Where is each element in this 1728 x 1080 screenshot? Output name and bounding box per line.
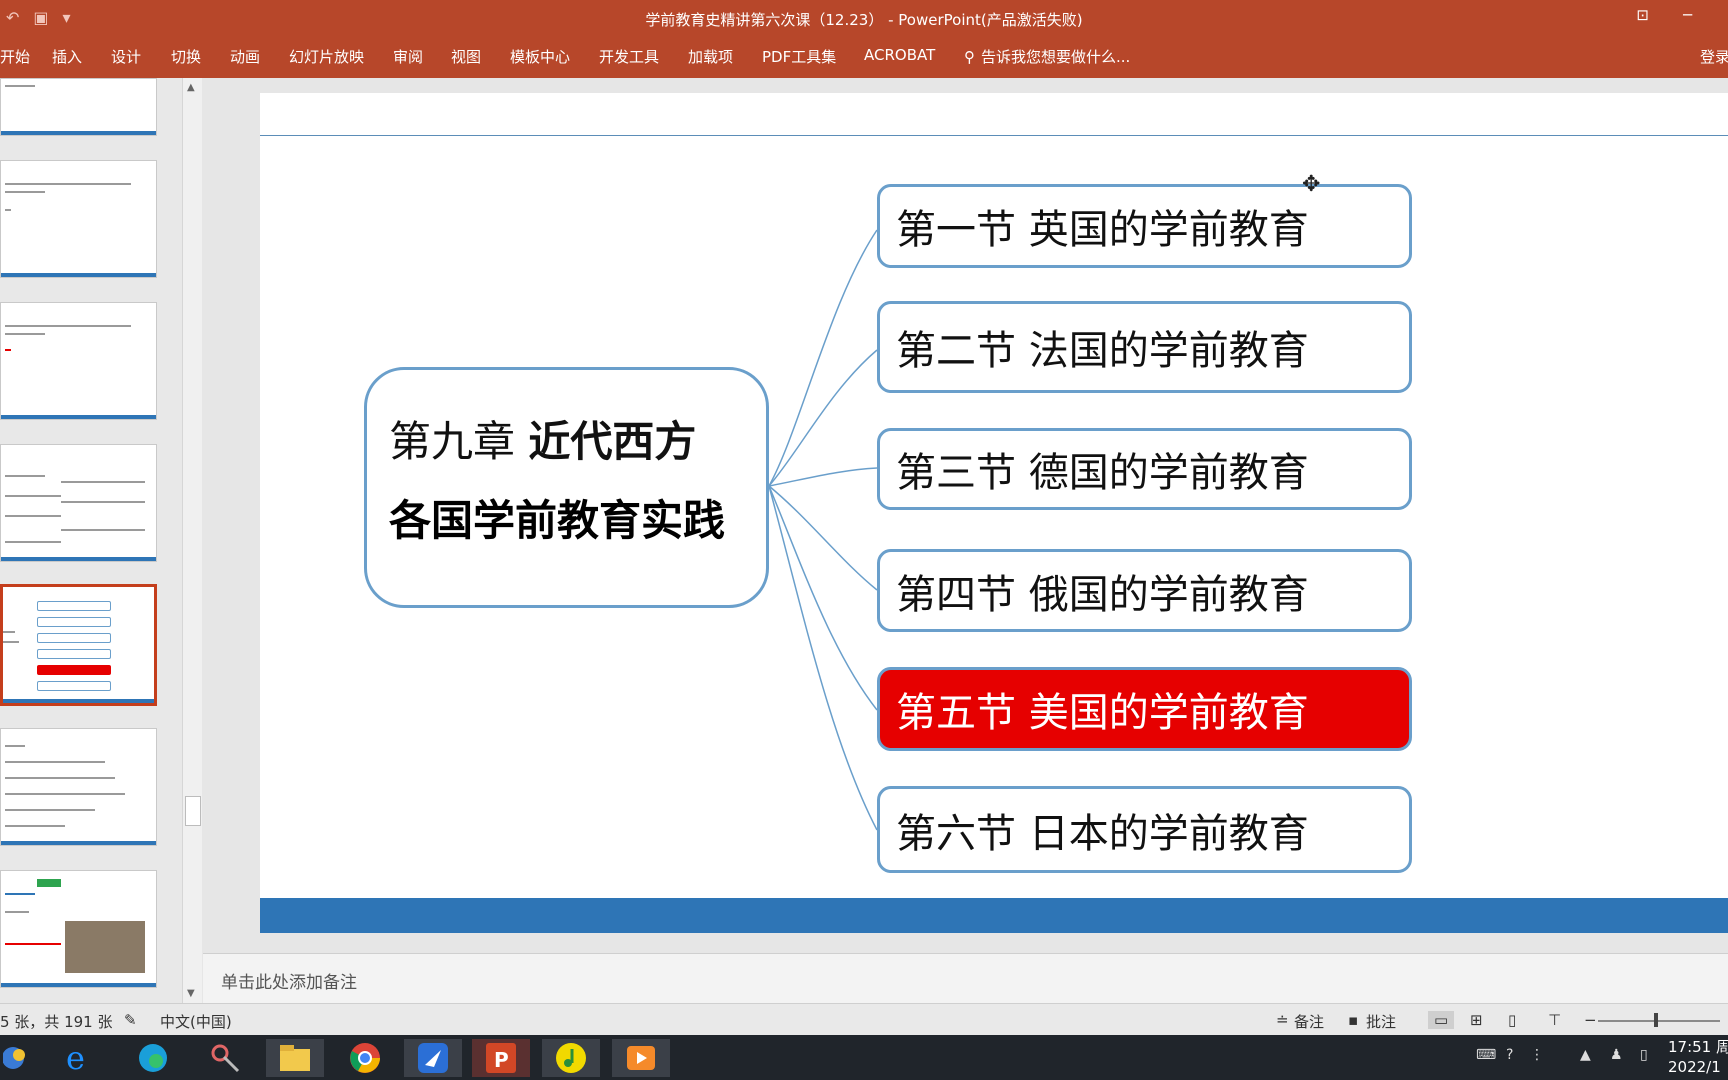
section-box-5-highlighted[interactable]: 第五节 美国的学前教育 [877, 667, 1412, 751]
section-label: 第五节 美国的学前教育 [896, 690, 1309, 736]
slide-count: 5 张，共 191 张 [0, 1013, 113, 1031]
edge-browser-icon[interactable] [124, 1039, 182, 1077]
section-box-6[interactable]: 第六节 日本的学前教育 [877, 786, 1412, 873]
lightbulb-icon: ⚲ [964, 47, 975, 66]
svg-text:e: e [66, 1041, 85, 1075]
zoom-slider-thumb[interactable] [1654, 1013, 1658, 1027]
login-link[interactable]: 登录 [1700, 46, 1728, 67]
zoom-slider[interactable] [1598, 1020, 1720, 1022]
tab-pdf-tools[interactable]: PDF工具集 [762, 46, 836, 67]
ribbon-display-icon[interactable]: ⊡ [1636, 6, 1649, 24]
notes-toggle-icon[interactable]: ≐ [1276, 1011, 1289, 1029]
slide-thumbnail[interactable] [0, 728, 157, 846]
powerpoint-icon[interactable]: P [472, 1039, 530, 1077]
tab-view[interactable]: 视图 [451, 46, 481, 67]
snipping-tool-icon[interactable] [196, 1039, 254, 1077]
thumbnail-scrollbar[interactable]: ▲ ▼ [182, 78, 202, 1003]
title-bar: ↶ ▣ ▾ 学前教育史精讲第六次课（12.23） - PowerPoint(产品… [0, 0, 1728, 38]
slide-thumbnail[interactable] [0, 870, 157, 988]
chapter-title-line2: 各国学前教育实践 [389, 496, 726, 545]
slide-sorter-icon[interactable]: ⊞ [1470, 1011, 1483, 1029]
slideshow-view-icon[interactable]: ⊤ [1548, 1011, 1561, 1029]
comments-button[interactable]: 批注 [1366, 1011, 1396, 1032]
battery-icon[interactable]: ▯ [1640, 1047, 1648, 1063]
section-label: 第三节 德国的学前教育 [896, 450, 1309, 496]
scroll-down-icon[interactable]: ▼ [187, 988, 195, 999]
mouse-cursor-icon: ✥ [1302, 172, 1321, 197]
chapter-title-line1: 第九章 近代西方 [389, 408, 766, 469]
svg-text:P: P [494, 1048, 509, 1072]
clock-time: 17:51 周 [1668, 1038, 1728, 1056]
tab-template-center[interactable]: 模板中心 [510, 46, 570, 67]
ie-browser-icon[interactable]: e [50, 1039, 108, 1077]
reading-view-icon[interactable]: ▯ [1508, 1011, 1516, 1029]
notes-pane[interactable]: 单击此处添加备注 [203, 953, 1728, 1003]
chapter-number: 第九章 [389, 417, 516, 466]
tab-design[interactable]: 设计 [111, 46, 141, 67]
slide-bottom-bar [260, 898, 1728, 933]
zoom-out-icon[interactable]: − [1584, 1011, 1597, 1029]
normal-view-icon[interactable]: ▭ [1428, 1011, 1455, 1029]
network-icon[interactable]: ⋮ [1530, 1047, 1544, 1063]
section-box-4[interactable]: 第四节 俄国的学前教育 [877, 549, 1412, 632]
file-explorer-icon[interactable] [266, 1039, 324, 1077]
tab-addins[interactable]: 加载项 [688, 46, 733, 67]
tab-insert[interactable]: 插入 [52, 46, 82, 67]
slide-thumbnail[interactable] [0, 78, 157, 136]
keyboard-icon[interactable]: ⌨ [1476, 1047, 1496, 1063]
section-box-1[interactable]: 第一节 英国的学前教育 [877, 184, 1412, 268]
tab-home[interactable]: 开始 [0, 46, 30, 67]
feishu-icon[interactable] [404, 1039, 462, 1077]
start-icon[interactable] [0, 1039, 36, 1077]
notes-toggle-button[interactable]: 备注 [1294, 1011, 1324, 1032]
windows-taskbar: e P ⌨ ? ⋮ ▲ ♟ ▯ 17:51 周 2022/1 [0, 1035, 1728, 1080]
ribbon-tabs: 开始 插入 设计 切换 动画 幻灯片放映 审阅 视图 模板中心 开发工具 加载项… [0, 38, 1728, 78]
tab-review[interactable]: 审阅 [393, 46, 423, 67]
help-icon[interactable]: ? [1506, 1047, 1513, 1063]
spellcheck-icon[interactable]: ✎ [124, 1011, 137, 1029]
section-box-2[interactable]: 第二节 法国的学前教育 [877, 301, 1412, 393]
slide-thumbnail[interactable] [0, 444, 157, 562]
section-label: 第一节 英国的学前教育 [896, 207, 1309, 253]
status-bar: 5 张，共 191 张 ✎ 中文(中国) ≐ 备注 ▪ 批注 ▭ ⊞ ▯ ⊤ − [0, 1003, 1728, 1035]
video-app-icon[interactable] [612, 1039, 670, 1077]
section-label: 第六节 日本的学前教育 [896, 810, 1309, 857]
tab-slideshow[interactable]: 幻灯片放映 [289, 46, 364, 67]
section-label: 第二节 法国的学前教育 [896, 328, 1309, 374]
slide-thumbnail[interactable] [0, 302, 157, 420]
minimize-icon[interactable]: ─ [1683, 6, 1692, 24]
notes-placeholder: 单击此处添加备注 [221, 973, 357, 993]
show-hidden-icons[interactable]: ▲ [1580, 1047, 1591, 1063]
chapter-title-bold: 近代西方 [528, 417, 697, 466]
slide-thumbnail-pane [0, 78, 182, 1003]
scrollbar-thumb[interactable] [185, 796, 201, 826]
tab-transitions[interactable]: 切换 [171, 46, 201, 67]
language-indicator[interactable]: 中文(中国) [160, 1011, 232, 1032]
section-box-3[interactable]: 第三节 德国的学前教育 [877, 428, 1412, 510]
music-app-icon[interactable] [542, 1039, 600, 1077]
slide-thumbnail-current[interactable] [0, 584, 157, 706]
tab-acrobat[interactable]: ACROBAT [864, 46, 935, 64]
window-title: 学前教育史精讲第六次课（12.23） - PowerPoint(产品激活失败) [645, 11, 1083, 29]
scroll-up-icon[interactable]: ▲ [187, 82, 195, 93]
slide-thumbnail[interactable] [0, 160, 157, 278]
section-label: 第四节 俄国的学前教育 [896, 571, 1309, 618]
chrome-icon[interactable] [336, 1039, 394, 1077]
tab-animations[interactable]: 动画 [230, 46, 260, 67]
tell-me-box[interactable]: ⚲ 告诉我您想要做什么... [964, 46, 1130, 67]
slide-top-rule [260, 135, 1728, 136]
system-clock[interactable]: 17:51 周 2022/1 [1668, 1037, 1728, 1077]
chapter-title-box[interactable]: 第九章 近代西方 各国学前教育实践 [364, 367, 769, 608]
tab-developer[interactable]: 开发工具 [599, 46, 659, 67]
comments-icon[interactable]: ▪ [1348, 1011, 1358, 1029]
qq-icon[interactable]: ♟ [1610, 1047, 1623, 1063]
tell-me-text: 告诉我您想要做什么... [981, 48, 1131, 66]
clock-date: 2022/1 [1668, 1058, 1721, 1076]
